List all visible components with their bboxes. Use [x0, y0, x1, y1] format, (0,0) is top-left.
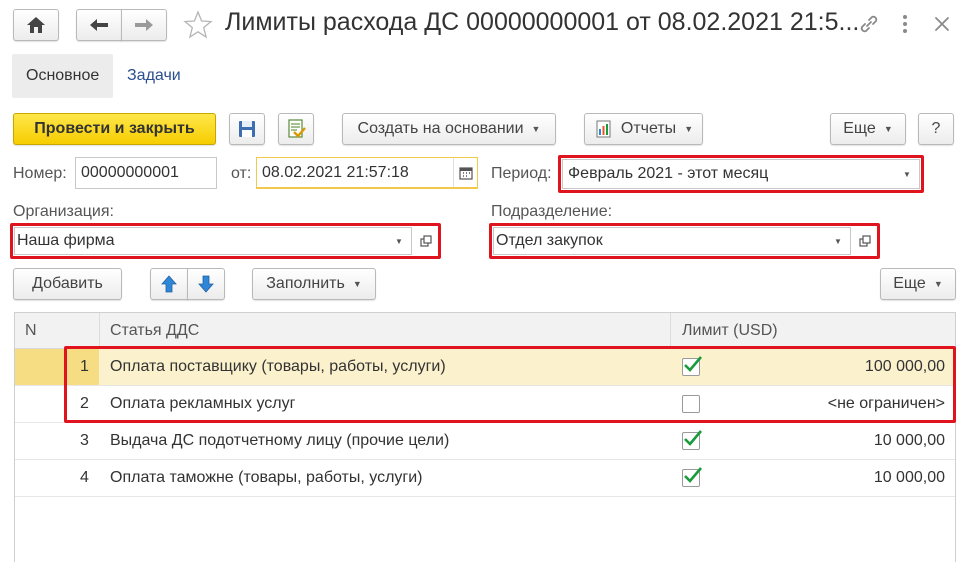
move-up-button[interactable] [150, 268, 188, 300]
organization-label: Организация: [13, 203, 114, 220]
rows-highlight [64, 346, 956, 423]
more-vertical-icon[interactable] [898, 12, 912, 36]
date-value: 08.02.2021 21:57:18 [262, 163, 409, 181]
row-item: Оплата таможне (товары, работы, услуги) [110, 469, 423, 486]
row-limit-value: 10 000,00 [873, 432, 945, 449]
number-label: Номер: [13, 165, 67, 182]
chevron-down-icon: ▼ [352, 279, 362, 289]
save-button[interactable] [229, 113, 265, 145]
chevron-down-icon: ▼ [684, 124, 694, 134]
forward-button[interactable] [121, 9, 167, 41]
date-field[interactable]: 08.02.2021 21:57:18 [256, 157, 478, 189]
number-value: 00000000001 [81, 164, 179, 181]
post-and-close-button[interactable]: Провести и закрыть [13, 113, 216, 145]
row-item: Выдача ДС подотчетному лицу (прочие цели… [110, 432, 450, 449]
reports-label: Отчеты [620, 120, 677, 137]
department-label: Подразделение: [491, 203, 613, 220]
fill-button[interactable]: Заполнить ▼ [252, 268, 376, 300]
reports-button[interactable]: Отчеты ▼ [584, 113, 703, 145]
table-more-label: Еще [893, 275, 926, 292]
add-row-button[interactable]: Добавить [13, 268, 122, 300]
post-button[interactable] [278, 113, 314, 145]
number-field[interactable]: 00000000001 [75, 157, 217, 189]
arrow-left-icon [90, 19, 108, 31]
row-number: 3 [80, 432, 89, 449]
column-divider [670, 313, 671, 349]
calendar-icon [458, 166, 473, 180]
create-based-on-button[interactable]: Создать на основании ▼ [342, 113, 556, 145]
table-header: N Статья ДДС Лимит (USD) [15, 313, 955, 349]
fill-label: Заполнить [266, 275, 345, 292]
column-header-limit[interactable]: Лимит (USD) [682, 313, 778, 349]
calendar-button[interactable] [453, 158, 477, 187]
column-divider [99, 313, 100, 349]
move-down-button[interactable] [187, 268, 225, 300]
close-icon[interactable] [930, 12, 954, 36]
date-label: от: [231, 165, 252, 182]
department-highlight [489, 223, 880, 259]
home-button[interactable] [13, 9, 59, 41]
column-header-item[interactable]: Статья ДДС [110, 313, 199, 349]
tab-tasks[interactable]: Задачи [127, 67, 181, 85]
chevron-down-icon: ▼ [531, 124, 541, 134]
period-label: Период: [491, 165, 552, 182]
link-icon[interactable] [857, 12, 881, 36]
table-more-button[interactable]: Еще ▼ [880, 268, 956, 300]
arrow-up-icon [161, 275, 177, 293]
checkmark-icon [684, 467, 702, 483]
more-button[interactable]: Еще ▼ [830, 113, 906, 145]
row-limit-value: 10 000,00 [873, 469, 945, 486]
column-header-n[interactable]: N [25, 313, 37, 349]
row-limit-checkbox[interactable] [682, 460, 702, 496]
create-based-on-label: Создать на основании [357, 120, 524, 137]
chevron-down-icon: ▼ [933, 279, 943, 289]
more-label: Еще [843, 120, 876, 137]
favorite-star-icon[interactable] [183, 10, 213, 40]
help-button[interactable]: ? [918, 113, 954, 145]
home-icon [27, 17, 45, 33]
row-limit-checkbox[interactable] [682, 423, 702, 459]
organization-highlight [10, 223, 441, 259]
back-button[interactable] [76, 9, 122, 41]
checkmark-icon [684, 430, 702, 446]
report-icon [596, 120, 611, 138]
arrow-right-icon [135, 19, 153, 31]
table-row[interactable]: 4 Оплата таможне (товары, работы, услуги… [15, 460, 955, 497]
post-document-icon [288, 119, 306, 138]
arrow-down-icon [198, 275, 214, 293]
chevron-down-icon: ▼ [883, 124, 893, 134]
period-highlight [558, 155, 924, 193]
row-number: 4 [80, 469, 89, 486]
window-title: Лимиты расхода ДС 00000000001 от 08.02.2… [225, 8, 860, 36]
tab-main[interactable]: Основное [26, 67, 99, 85]
floppy-disk-icon [239, 121, 255, 137]
table-row[interactable]: 3 Выдача ДС подотчетному лицу (прочие це… [15, 423, 955, 460]
